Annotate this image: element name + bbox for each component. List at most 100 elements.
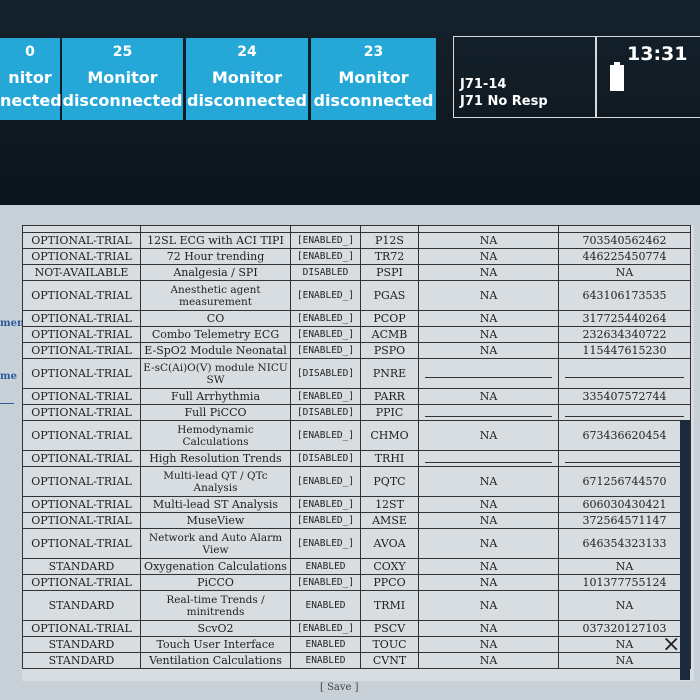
table-row[interactable]: OPTIONAL-TRIAL Anesthetic agent measureme… bbox=[22, 280, 691, 311]
cell-state: [ENABLED_] bbox=[290, 342, 361, 359]
cell-status: OPTIONAL-TRIAL bbox=[22, 496, 141, 513]
table-cell bbox=[360, 225, 419, 233]
cell-status: STANDARD bbox=[22, 652, 141, 669]
cell-status: OPTIONAL-TRIAL bbox=[22, 404, 141, 421]
table-row[interactable]: STANDARD Oxygenation Calculations ENABLED C… bbox=[22, 558, 691, 575]
table-row[interactable]: OPTIONAL-TRIAL Full Arrhythmia [ENABLED_] P… bbox=[22, 388, 691, 405]
empty-field-line[interactable] bbox=[425, 369, 552, 378]
bed-status-line1: nitor bbox=[8, 68, 52, 87]
cell-feature: E-sC(Ai)O(V) module NICU SW bbox=[140, 358, 291, 389]
cell-col5: NA bbox=[418, 512, 559, 529]
bed-status-line1: Monitor bbox=[338, 68, 409, 87]
cell-col5: NA bbox=[418, 310, 559, 327]
table-cell bbox=[140, 225, 291, 233]
cell-state: [ENABLED_] bbox=[290, 420, 361, 451]
cell-code: PPCO bbox=[360, 574, 419, 591]
cell-feature: Ventilation Calculations bbox=[140, 652, 291, 669]
empty-field-line[interactable] bbox=[565, 408, 684, 417]
cell-col5 bbox=[418, 404, 559, 421]
cell-key: 446225450774 bbox=[558, 248, 691, 265]
cell-feature: Hemodynamic Calculations bbox=[140, 420, 291, 451]
cell-code: PQTC bbox=[360, 466, 419, 497]
empty-field-line[interactable] bbox=[565, 369, 684, 378]
cell-key: 671256744570 bbox=[558, 466, 691, 497]
cell-code: TOUC bbox=[360, 636, 419, 653]
table-row[interactable]: STANDARD Real-time Trends / minitrends ENA… bbox=[22, 590, 691, 621]
alarm-text: J71 No Resp bbox=[460, 94, 548, 109]
cell-code: PCOP bbox=[360, 310, 419, 327]
cell-feature: Anesthetic agent measurement bbox=[140, 280, 291, 311]
empty-field-line[interactable] bbox=[425, 408, 552, 417]
table-row[interactable]: OPTIONAL-TRIAL ScvO2 [ENABLED_] PSCV NA 03732… bbox=[22, 620, 691, 637]
cell-feature: Analgesia / SPI bbox=[140, 264, 291, 281]
table-row[interactable]: OPTIONAL-TRIAL MuseView [ENABLED_] AMSE NA 37… bbox=[22, 512, 691, 529]
table-row[interactable]: NOT-AVAILABLE Analgesia / SPI DISABLED PSPI… bbox=[22, 264, 691, 281]
close-icon[interactable]: ⨯ bbox=[662, 632, 680, 657]
top-status-bar: 0 nitor nected 25 Monitor disconnected 2… bbox=[0, 0, 700, 205]
cell-status: OPTIONAL-TRIAL bbox=[22, 512, 141, 529]
table-row[interactable]: OPTIONAL-TRIAL Network and Auto Alarm Vie… bbox=[22, 528, 691, 559]
cell-feature: Real-time Trends / minitrends bbox=[140, 590, 291, 621]
table-row[interactable]: OPTIONAL-TRIAL E-SpO2 Module Neonatal [ENA… bbox=[22, 342, 691, 359]
cell-col5: NA bbox=[418, 496, 559, 513]
table-row[interactable]: OPTIONAL-TRIAL PiCCO [ENABLED_] PPCO NA 10137… bbox=[22, 574, 691, 591]
save-button[interactable]: [ Save ] bbox=[320, 682, 359, 693]
clock-panel: 13:31 bbox=[596, 36, 700, 118]
bed-tile[interactable]: 23 Monitor disconnected bbox=[311, 38, 436, 120]
table-row[interactable]: OPTIONAL-TRIAL 12SL ECG with ACI TIPI [ENA… bbox=[22, 232, 691, 249]
cell-status: OPTIONAL-TRIAL bbox=[22, 342, 141, 359]
table-row[interactable]: OPTIONAL-TRIAL Hemodynamic Calculations [E… bbox=[22, 420, 691, 451]
cell-status: OPTIONAL-TRIAL bbox=[22, 528, 141, 559]
cell-status: OPTIONAL-TRIAL bbox=[22, 466, 141, 497]
table-row[interactable]: STANDARD Ventilation Calculations ENABLED C… bbox=[22, 652, 691, 669]
cell-status: STANDARD bbox=[22, 636, 141, 653]
cell-code: PARR bbox=[360, 388, 419, 405]
cell-col5: NA bbox=[418, 558, 559, 575]
cell-status: STANDARD bbox=[22, 590, 141, 621]
empty-field-line[interactable] bbox=[565, 454, 684, 463]
cell-status: OPTIONAL-TRIAL bbox=[22, 388, 141, 405]
sidebar-label: me bbox=[0, 371, 17, 382]
cell-col5: NA bbox=[418, 466, 559, 497]
table-row[interactable]: OPTIONAL-TRIAL CO [ENABLED_] PCOP NA 31772544… bbox=[22, 310, 691, 327]
bed-tile[interactable]: 0 nitor nected bbox=[0, 38, 62, 120]
bed-tile[interactable]: 24 Monitor disconnected bbox=[186, 38, 308, 120]
cell-code: AVOA bbox=[360, 528, 419, 559]
cell-state: [ENABLED_] bbox=[290, 388, 361, 405]
cell-col5: NA bbox=[418, 248, 559, 265]
table-row[interactable]: OPTIONAL-TRIAL Multi-lead ST Analysis [ENA… bbox=[22, 496, 691, 513]
bed-status-line2: disconnected bbox=[186, 91, 307, 110]
cell-col5: NA bbox=[418, 232, 559, 249]
bed-tile[interactable]: 25 Monitor disconnected bbox=[62, 38, 183, 120]
cell-status: OPTIONAL-TRIAL bbox=[22, 358, 141, 389]
table-row[interactable]: OPTIONAL-TRIAL Full PiCCO [DISABLED] PPIC bbox=[22, 404, 691, 421]
table-row[interactable]: OPTIONAL-TRIAL High Resolution Trends [DIS… bbox=[22, 450, 691, 467]
cell-status: OPTIONAL-TRIAL bbox=[22, 280, 141, 311]
cell-col5: NA bbox=[418, 388, 559, 405]
cell-status: OPTIONAL-TRIAL bbox=[22, 620, 141, 637]
alarm-device: J71-14 bbox=[460, 77, 507, 92]
cell-col5: NA bbox=[418, 326, 559, 343]
cell-key: 115447615230 bbox=[558, 342, 691, 359]
empty-field-line[interactable] bbox=[425, 454, 552, 463]
cell-state: [DISABLED] bbox=[290, 450, 361, 467]
table-row[interactable]: OPTIONAL-TRIAL Combo Telemetry ECG [ENABLE… bbox=[22, 326, 691, 343]
scrollbar[interactable] bbox=[680, 420, 690, 680]
cell-feature: Full PiCCO bbox=[140, 404, 291, 421]
table-cell bbox=[290, 225, 361, 233]
table-row[interactable]: OPTIONAL-TRIAL E-sC(Ai)O(V) module NICU S… bbox=[22, 358, 691, 389]
cell-feature: Network and Auto Alarm View bbox=[140, 528, 291, 559]
cell-key bbox=[558, 358, 691, 389]
cell-state: [ENABLED_] bbox=[290, 232, 361, 249]
cell-code: PSPI bbox=[360, 264, 419, 281]
table-row[interactable]: OPTIONAL-TRIAL 72 Hour trending [ENABLED_]… bbox=[22, 248, 691, 265]
bed-number: 23 bbox=[363, 44, 384, 60]
table-row[interactable]: STANDARD Touch User Interface ENABLED TOUC N… bbox=[22, 636, 691, 653]
cell-state: [ENABLED_] bbox=[290, 310, 361, 327]
table-row[interactable]: OPTIONAL-TRIAL Multi-lead QT / QTc Analys… bbox=[22, 466, 691, 497]
alarm-message-box[interactable]: J71-14 J71 No Resp bbox=[453, 36, 596, 118]
cell-status: OPTIONAL-TRIAL bbox=[22, 574, 141, 591]
cell-key: NA bbox=[558, 264, 691, 281]
battery-icon bbox=[610, 62, 624, 91]
cell-col5: NA bbox=[418, 342, 559, 359]
